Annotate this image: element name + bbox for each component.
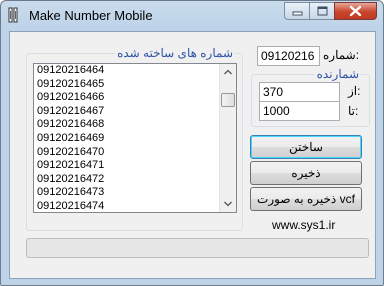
progress-bar — [26, 238, 369, 258]
list-item[interactable]: 09120216472 — [37, 173, 104, 187]
title-bar: Make Number Mobile — [1, 1, 383, 29]
to-label: تا: — [348, 104, 359, 118]
chevron-up-icon — [224, 69, 232, 75]
save-button[interactable]: ذخیره — [250, 161, 362, 185]
list-item[interactable]: 09120216466 — [37, 91, 104, 105]
numbers-list: 09120216464 09120216465 09120216466 0912… — [37, 64, 104, 212]
scroll-thumb[interactable] — [221, 93, 235, 107]
number-input[interactable]: 09120216 — [257, 46, 320, 66]
maximize-button[interactable] — [309, 2, 335, 20]
to-input[interactable]: 1000 — [259, 101, 340, 121]
generated-numbers-group: شماره های ساخته شده 09120216464 09120216… — [26, 46, 243, 231]
list-item[interactable]: 09120216467 — [37, 105, 104, 119]
minimize-button[interactable] — [284, 2, 310, 20]
generated-numbers-legend: شماره های ساخته شده — [115, 46, 235, 60]
from-input[interactable]: 370 — [259, 82, 340, 102]
counter-legend: شمارنده — [314, 67, 361, 81]
save-vcf-button[interactable]: ذخیره به صورت vcf — [250, 187, 362, 211]
window-title: Make Number Mobile — [29, 8, 153, 23]
list-item[interactable]: 09120216468 — [37, 118, 104, 132]
list-item[interactable]: 09120216473 — [37, 186, 104, 200]
maximize-icon — [317, 6, 328, 16]
close-button[interactable] — [334, 2, 377, 20]
website-link[interactable]: www.sys1.ir — [272, 218, 335, 232]
list-item[interactable]: 09120216474 — [37, 200, 104, 212]
list-item[interactable]: 09120216471 — [37, 159, 104, 173]
list-item[interactable]: 09120216464 — [37, 64, 104, 78]
scroll-down-button[interactable] — [220, 195, 236, 212]
number-label: شماره: — [323, 48, 360, 62]
app-icon — [8, 7, 18, 23]
minimize-icon — [292, 11, 303, 16]
numbers-listbox[interactable]: 09120216464 09120216465 09120216466 0912… — [33, 63, 237, 213]
counter-group: شمارنده 370 از: 1000 تا: — [251, 67, 370, 127]
build-button[interactable]: ساختن — [250, 135, 362, 159]
close-icon — [349, 5, 362, 17]
list-item[interactable]: 09120216465 — [37, 78, 104, 92]
chevron-down-icon — [224, 201, 232, 207]
scroll-up-button[interactable] — [220, 64, 236, 81]
client-area: شماره های ساخته شده 09120216464 09120216… — [9, 31, 376, 279]
list-item[interactable]: 09120216469 — [37, 132, 104, 146]
list-item[interactable]: 09120216470 — [37, 146, 104, 160]
app-window: Make Number Mobile شماره های ساخته شده 0… — [0, 0, 384, 286]
from-label: از: — [348, 84, 361, 98]
list-scrollbar[interactable] — [219, 64, 236, 212]
